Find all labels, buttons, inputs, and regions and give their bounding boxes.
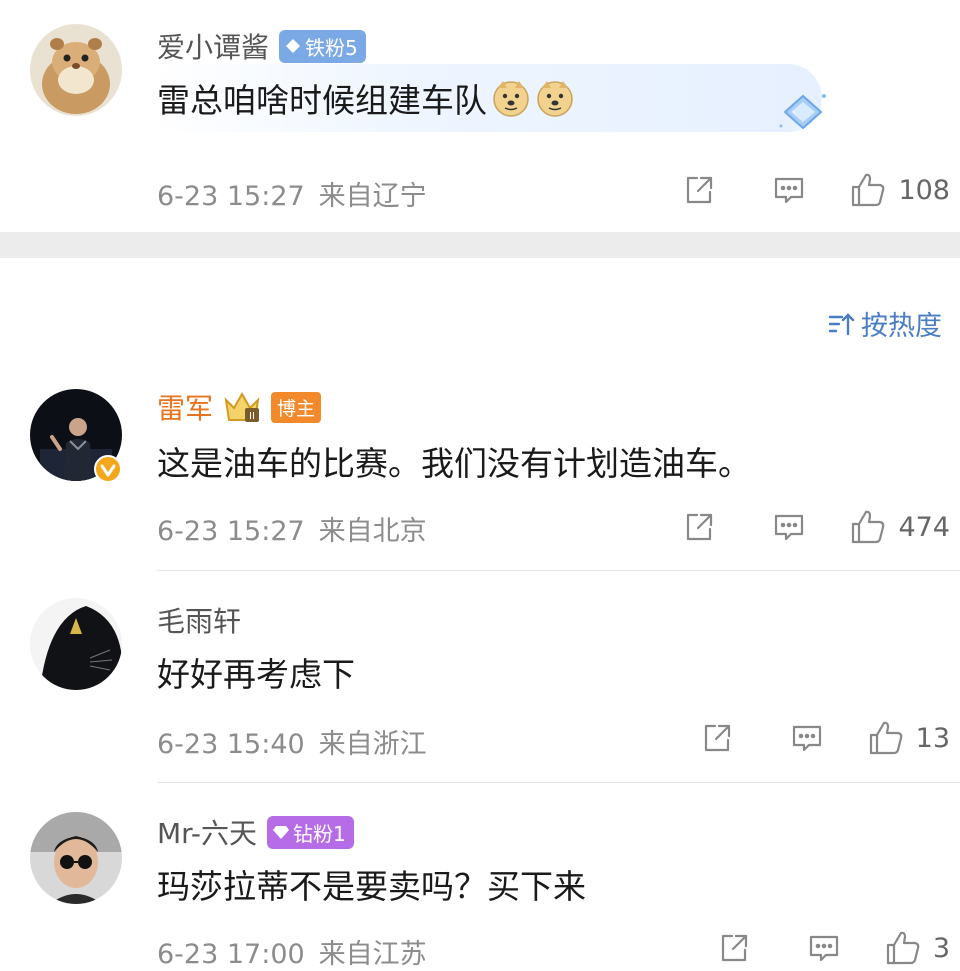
doge-emoji-icon (493, 81, 529, 117)
username[interactable]: Mr-六天 (157, 812, 257, 852)
comment-meta: 6-23 15:27 来自北京 (157, 509, 427, 548)
sort-by-hot-button[interactable]: 按热度 (827, 304, 942, 343)
username[interactable]: 毛雨轩 (157, 600, 241, 640)
comment-meta: 6-23 17:00 来自江苏 (157, 932, 427, 971)
like-count: 13 (915, 722, 950, 754)
comment-item: 爱小谭酱 铁粉5 雷总咱啥时候组建车队 6-23 15:27 来自辽宁 108 (0, 0, 960, 232)
comment-text: 好好再考虑下 (157, 655, 355, 694)
avatar[interactable] (30, 24, 122, 116)
reply-button[interactable] (779, 926, 869, 970)
share-button[interactable] (689, 926, 779, 970)
verified-icon (94, 455, 122, 483)
reply-button[interactable] (744, 168, 834, 212)
like-count: 108 (898, 174, 950, 206)
sort-icon (828, 312, 855, 335)
section-divider (0, 232, 960, 258)
share-button[interactable] (672, 716, 762, 760)
timestamp: 6-23 15:27 (157, 516, 305, 547)
timestamp: 6-23 17:00 (157, 939, 305, 970)
svg-text:II: II (249, 411, 255, 422)
location: 来自辽宁 (318, 181, 427, 212)
share-icon (704, 724, 730, 752)
diamond-icon (272, 826, 289, 839)
comment-meta: 6-23 15:40 来自浙江 (157, 722, 427, 761)
comment-icon (809, 935, 838, 962)
thumbs-up-icon (886, 931, 920, 965)
diamond-decoration-icon (779, 94, 826, 130)
comment-text-content: 雷总咱啥时候组建车队 (157, 81, 487, 120)
comment-separator (157, 782, 960, 783)
reply-button[interactable] (744, 505, 834, 549)
location: 来自江苏 (318, 939, 427, 970)
share-icon (721, 934, 747, 962)
comment-separator (157, 570, 960, 571)
comment-icon (792, 725, 821, 752)
like-button[interactable]: 3 (883, 928, 950, 968)
like-button[interactable]: 108 (848, 170, 950, 210)
fan-level-badge: 钻粉1 (266, 815, 354, 849)
username[interactable]: 爱小谭酱 (157, 26, 269, 66)
share-button[interactable] (654, 168, 744, 212)
fan-level-badge: 铁粉5 (279, 29, 366, 63)
timestamp: 6-23 15:27 (157, 181, 305, 212)
crown-icon: II (224, 391, 260, 422)
like-button[interactable]: 474 (848, 507, 950, 547)
location: 来自浙江 (318, 729, 427, 760)
username[interactable]: 雷军 (157, 387, 213, 427)
comment-text: 玛莎拉蒂不是要卖吗？买下来 (157, 867, 586, 906)
avatar[interactable] (30, 812, 122, 904)
like-count: 3 (932, 932, 950, 964)
diamond-icon (286, 39, 301, 53)
thumbs-up-icon (852, 510, 885, 544)
comment-text: 这是油车的比赛。我们没有计划造油车。 (157, 444, 751, 483)
comment-meta: 6-23 15:27 来自辽宁 (157, 174, 427, 213)
like-count: 474 (898, 511, 950, 543)
like-button[interactable]: 13 (866, 718, 950, 758)
comment-icon (775, 514, 804, 541)
share-icon (687, 513, 713, 541)
location: 来自北京 (318, 516, 427, 547)
sort-label: 按热度 (861, 311, 942, 342)
thumbs-up-icon (852, 173, 885, 207)
comment-text: 雷总咱啥时候组建车队 (157, 74, 575, 122)
share-button[interactable] (654, 505, 744, 549)
avatar[interactable] (30, 598, 122, 690)
thumbs-up-icon (869, 721, 902, 755)
doge-emoji-icon (537, 81, 573, 117)
badge-label: 铁粉5 (305, 35, 358, 60)
timestamp: 6-23 15:40 (157, 729, 305, 760)
host-badge: 博主 (271, 391, 322, 423)
reply-button[interactable] (762, 716, 852, 760)
comment-icon (775, 177, 804, 204)
share-icon (687, 176, 713, 204)
badge-label: 钻粉1 (292, 821, 346, 846)
